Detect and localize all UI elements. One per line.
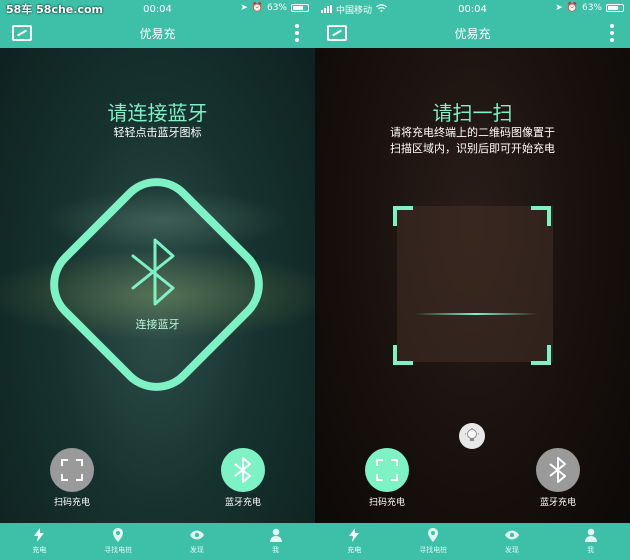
app-logo-icon[interactable] [327,25,347,41]
bluetooth-charge-label: 蓝牙充电 [539,498,576,508]
watermark: 58车 58che.com [6,3,103,16]
tab-discover[interactable]: 发现 [158,523,237,560]
scan-frame-icon [376,459,398,481]
page-heading: 请扫一扫 [432,101,513,125]
bolt-icon [347,528,361,542]
flashlight-button[interactable] [459,423,485,449]
tab-label: 充电 [32,546,47,554]
tab-find-station[interactable]: 寻找电桩 [394,523,473,560]
scan-corner-bottom-right [531,345,551,365]
status-bar: 58车 58che.com 00:04 ➤ ⏰ 63% [0,0,315,18]
bluetooth-screen: 58车 58che.com 00:04 ➤ ⏰ 63% 优易充 请连接蓝牙 轻轻… [0,0,315,560]
scan-line [415,313,537,315]
scan-charge-label: 扫码充电 [368,498,405,508]
battery-percent: 63% [266,3,287,13]
bluetooth-small-icon [549,457,566,483]
more-menu-icon[interactable] [295,24,299,42]
scan-charge-button[interactable] [365,448,409,492]
tab-label: 发现 [189,546,204,554]
location-pin-icon [111,528,125,542]
wifi-icon [376,3,387,15]
app-logo-icon[interactable] [12,25,32,41]
tab-charge[interactable]: 充电 [315,523,394,560]
tab-me[interactable]: 我 [551,523,630,560]
bluetooth-icon[interactable] [125,238,185,306]
scan-corner-top-right [531,206,551,226]
tab-bar: 充电 寻找电桩 发现 我 [315,523,630,560]
scan-area [397,206,553,362]
instruction-line-2: 扫描区域内，识别后即可开始充电 [390,142,555,155]
alarm-icon: ⏰ [251,3,263,13]
tab-label: 我 [272,546,280,554]
tab-label: 寻找电桩 [104,546,133,554]
nav-bar: 优易充 [315,18,630,48]
scan-charge-label: 扫码充电 [53,498,90,508]
battery-percent: 63% [581,3,602,13]
person-icon [269,528,283,542]
scan-corner-top-left [393,206,413,226]
battery-icon [606,4,624,12]
tab-bar: 充电 寻找电桩 发现 我 [0,523,315,560]
bluetooth-caption: 连接蓝牙 [135,318,180,331]
app-title: 优易充 [454,26,491,41]
page-heading: 请连接蓝牙 [107,101,208,125]
nav-bar: 优易充 [0,18,315,48]
tab-discover[interactable]: 发现 [473,523,552,560]
scan-frame-icon [61,459,83,481]
scan-corner-bottom-left [393,345,413,365]
tab-label: 充电 [347,546,362,554]
signal-icon [321,5,332,13]
carrier-name: 中国移动 [336,5,373,16]
status-bar: 中国移动 00:04 ➤ ⏰ 63% [315,0,630,18]
bluetooth-charge-button[interactable] [536,448,580,492]
app-title: 优易充 [139,26,176,41]
battery-icon [291,4,309,12]
tab-charge[interactable]: 充电 [0,523,79,560]
page-subheading: 轻轻点击蓝牙图标 [113,126,202,139]
bluetooth-small-icon [234,457,251,483]
location-pin-icon [426,528,440,542]
bluetooth-charge-label: 蓝牙充电 [224,498,261,508]
eye-icon [504,528,519,542]
bluetooth-charge-button[interactable] [221,448,265,492]
more-menu-icon[interactable] [610,24,614,42]
tab-label: 我 [587,546,595,554]
person-icon [584,528,598,542]
alarm-icon: ⏰ [566,3,578,13]
location-icon: ➤ [240,3,248,13]
eye-icon [189,528,204,542]
tab-label: 寻找电桩 [419,546,448,554]
tab-me[interactable]: 我 [236,523,315,560]
lightbulb-icon [465,428,479,441]
tab-label: 发现 [504,546,519,554]
location-icon: ➤ [555,3,563,13]
instruction-line-1: 请将充电终端上的二维码图像置于 [390,126,555,139]
tab-find-station[interactable]: 寻找电桩 [79,523,158,560]
bolt-icon [32,528,46,542]
scan-charge-button[interactable] [50,448,94,492]
